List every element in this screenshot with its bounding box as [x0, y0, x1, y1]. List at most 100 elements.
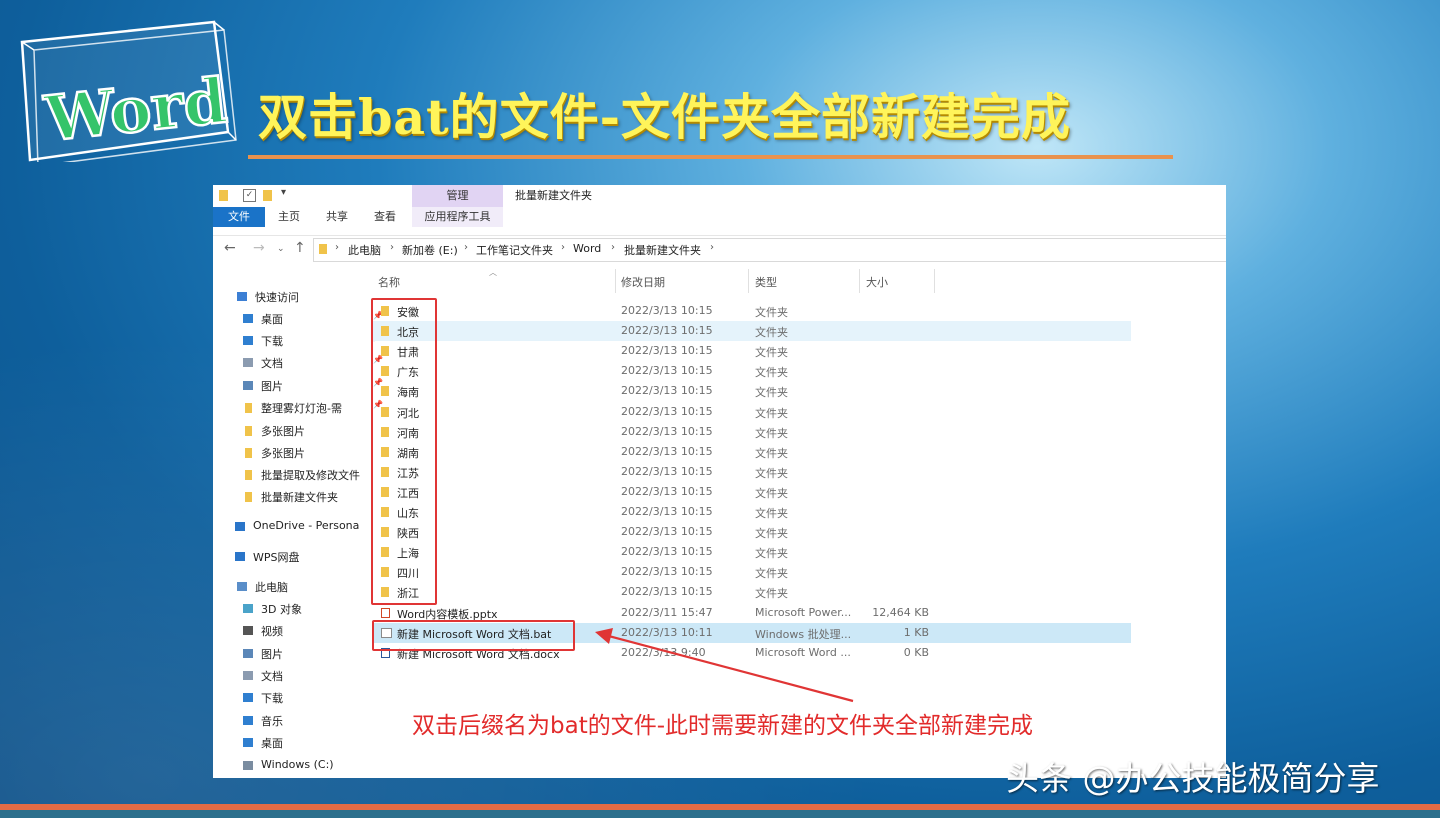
sidebar-item-label: 桌面	[261, 313, 283, 326]
sidebar-item-label: 快速访问	[255, 291, 299, 304]
file-date: 2022/3/11 15:47	[621, 605, 713, 619]
sidebar-item-label: 多张图片	[261, 447, 305, 460]
column-divider[interactable]	[934, 269, 935, 293]
breadcrumb-word[interactable]: Word	[573, 242, 601, 255]
file-date: 2022/3/13 10:15	[621, 304, 713, 317]
sidebar-item-label: 下载	[261, 335, 283, 348]
file-row[interactable]: 北京 2022/3/13 10:15 文件夹	[372, 321, 1131, 342]
file-type: 文件夹	[755, 486, 788, 500]
file-date: 2022/3/13 10:15	[621, 505, 713, 518]
annotation-arrow	[595, 628, 854, 703]
column-header-name[interactable]: 名称	[378, 274, 400, 290]
file-type: 文件夹	[755, 366, 788, 380]
quick-access-toolbar: ✓ ▾ 管理 批量新建文件夹	[213, 185, 1226, 207]
file-row[interactable]: 浙江 2022/3/13 10:15 文件夹	[372, 582, 1131, 602]
file-row[interactable]: 河北 2022/3/13 10:15 文件夹	[372, 402, 1131, 422]
folder-icon	[319, 244, 327, 254]
sidebar-item-label: 此电脑	[255, 581, 288, 594]
tab-file[interactable]: 文件	[213, 207, 265, 227]
pptx-file-icon	[381, 607, 390, 618]
sidebar-item-label: OneDrive - Persona	[253, 519, 360, 532]
sidebar-item-label: 3D 对象	[261, 603, 302, 616]
context-tab-manage[interactable]: 管理	[412, 185, 503, 207]
file-type: 文件夹	[755, 466, 788, 480]
tab-view[interactable]: 查看	[365, 207, 405, 227]
column-header-type[interactable]: 类型	[755, 274, 777, 290]
sidebar-item-label: 视频	[261, 625, 283, 638]
breadcrumb-drive-e[interactable]: 新加卷 (E:)	[402, 242, 458, 258]
chevron-right-icon: ›	[335, 242, 339, 253]
breadcrumb-this-pc[interactable]: 此电脑	[348, 242, 381, 258]
file-date: 2022/3/13 10:15	[621, 525, 713, 539]
forward-arrow-icon[interactable]: →	[253, 240, 265, 256]
chevron-right-icon: ›	[710, 242, 714, 253]
video-icon	[243, 626, 253, 635]
customize-dropdown-icon[interactable]: ▾	[281, 187, 286, 198]
file-row[interactable]: 河南 2022/3/13 10:15 文件夹	[372, 422, 1131, 442]
sort-ascending-icon: ︿	[489, 268, 497, 277]
file-type: 文件夹	[755, 346, 788, 360]
file-row[interactable]: 山东 2022/3/13 10:15 文件夹	[372, 502, 1131, 522]
column-divider[interactable]	[748, 269, 749, 293]
file-row[interactable]: 甘肃 2022/3/13 10:15 文件夹	[372, 341, 1131, 361]
checkmark-icon[interactable]: ✓	[243, 189, 256, 202]
tab-application-tools[interactable]: 应用程序工具	[412, 207, 503, 227]
file-type: 文件夹	[755, 326, 788, 340]
document-icon	[243, 671, 253, 680]
column-header-date[interactable]: 修改日期	[621, 274, 665, 290]
up-arrow-icon[interactable]: ↑	[294, 240, 306, 256]
sidebar-item-label: 文档	[261, 670, 283, 683]
tab-share[interactable]: 共享	[317, 207, 357, 227]
file-type: 文件夹	[755, 386, 788, 400]
file-date: 2022/3/13 10:15	[621, 585, 713, 599]
address-bar[interactable]: › 此电脑 › 新加卷 (E:) › 工作笔记文件夹 › Word › 批量新建…	[313, 238, 1226, 262]
folder-icon	[245, 448, 252, 458]
download-icon	[243, 336, 253, 345]
cloud-icon	[235, 522, 245, 531]
cloud-icon	[235, 552, 245, 561]
file-row[interactable]: 安徽 2022/3/13 10:15 文件夹	[372, 301, 1131, 321]
column-divider[interactable]	[615, 269, 616, 293]
back-arrow-icon[interactable]: ←	[224, 240, 236, 256]
sidebar-item-label: WPS网盘	[253, 551, 300, 564]
file-row[interactable]: 江西 2022/3/13 10:15 文件夹	[372, 482, 1131, 502]
chevron-right-icon: ›	[561, 242, 565, 253]
sidebar-item-label: 多张图片	[261, 425, 305, 438]
file-type: 文件夹	[755, 446, 788, 460]
recent-locations-icon[interactable]: ⌄	[277, 244, 285, 254]
file-row[interactable]: 上海 2022/3/13 10:15 文件夹	[372, 542, 1131, 562]
file-type: Microsoft Power...	[755, 605, 852, 619]
sidebar-item-label: 桌面	[261, 737, 283, 750]
chevron-right-icon: ›	[390, 242, 394, 253]
file-row[interactable]: 陕西 2022/3/13 10:15 文件夹	[372, 522, 1131, 542]
column-header-size[interactable]: 大小	[866, 274, 888, 290]
file-explorer-window: ✓ ▾ 管理 批量新建文件夹 文件 主页 共享 查看 应用程序工具 ← → ⌄ …	[213, 185, 1226, 778]
file-row[interactable]: 四川 2022/3/13 10:15 文件夹	[372, 562, 1131, 582]
file-type: 文件夹	[755, 306, 788, 319]
word-logo: Word	[20, 20, 237, 162]
file-date: 2022/3/13 10:15	[621, 344, 713, 358]
sidebar-item-label: 整理雾灯灯泡-需	[261, 402, 342, 415]
file-row[interactable]: 广东 2022/3/13 10:15 文件夹	[372, 361, 1131, 381]
breadcrumb-current-folder[interactable]: 批量新建文件夹	[624, 242, 701, 258]
breadcrumb-work-notes[interactable]: 工作笔记文件夹	[476, 242, 553, 258]
column-divider[interactable]	[859, 269, 860, 293]
file-date: 2022/3/13 10:15	[621, 464, 713, 478]
download-icon	[243, 693, 253, 702]
file-date: 2022/3/13 10:15	[621, 424, 713, 438]
file-date: 2022/3/13 10:15	[621, 404, 713, 418]
file-type: 文件夹	[755, 406, 788, 420]
file-row[interactable]: 江苏 2022/3/13 10:15 文件夹	[372, 462, 1131, 482]
file-type: 文件夹	[755, 587, 788, 601]
sidebar-item-label: Windows (C:)	[261, 758, 334, 771]
file-date: 2022/3/13 10:15	[621, 545, 713, 559]
file-row[interactable]: 海南 2022/3/13 10:15 文件夹	[372, 381, 1131, 401]
chevron-right-icon: ›	[464, 242, 468, 253]
tab-home[interactable]: 主页	[269, 207, 309, 227]
new-folder-icon[interactable]	[263, 190, 272, 201]
sidebar-item-label: 批量提取及修改文件	[261, 469, 360, 482]
star-icon	[237, 292, 247, 301]
window-title: 批量新建文件夹	[515, 189, 592, 202]
file-row[interactable]: 湖南 2022/3/13 10:15 文件夹	[372, 442, 1131, 462]
file-size: 0 KB	[903, 645, 929, 659]
